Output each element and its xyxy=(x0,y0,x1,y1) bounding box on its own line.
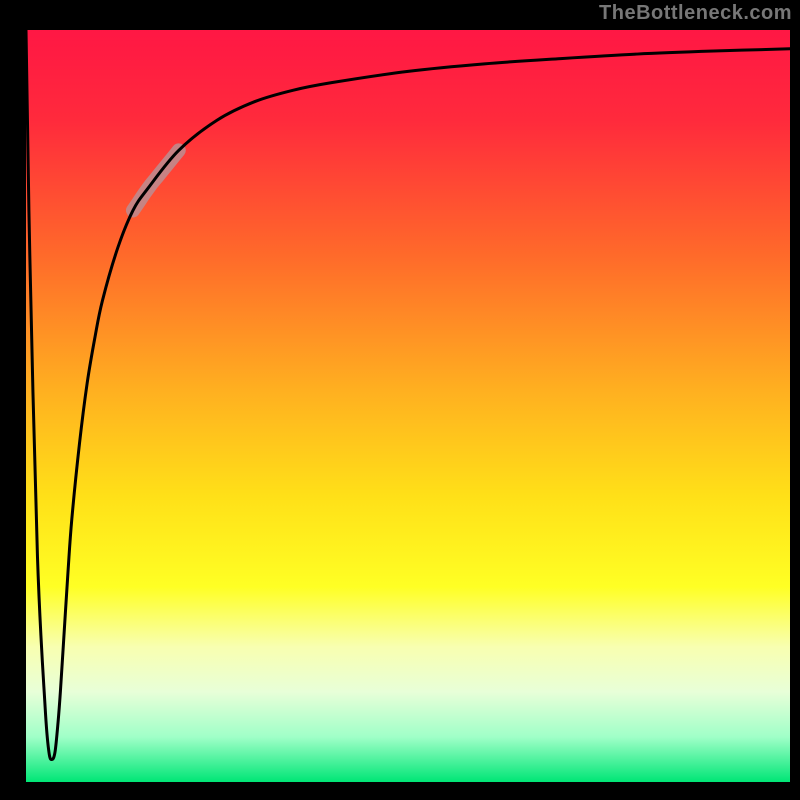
bottleneck-chart xyxy=(0,0,800,800)
chart-container: TheBottleneck.com xyxy=(0,0,800,800)
attribution-label: TheBottleneck.com xyxy=(599,2,792,25)
plot-area xyxy=(26,30,790,782)
